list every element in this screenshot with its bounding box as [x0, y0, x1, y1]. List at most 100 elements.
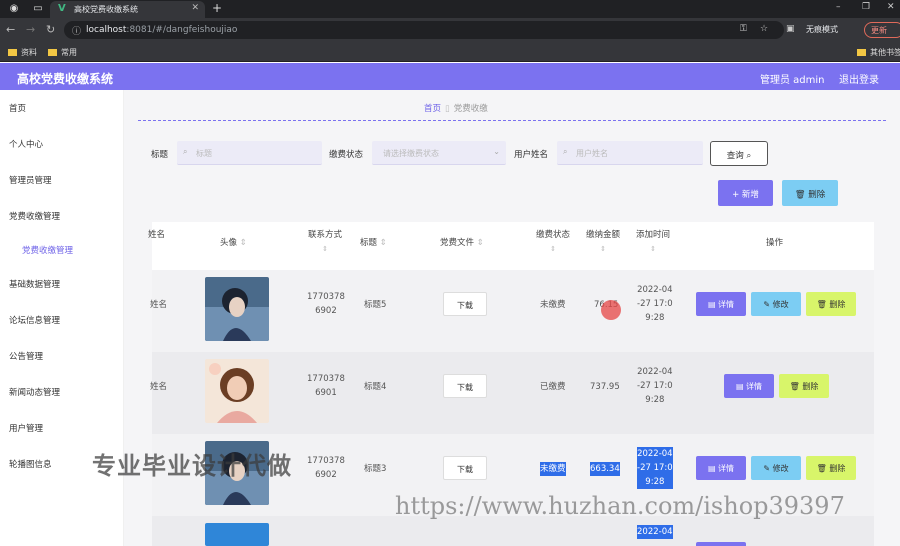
sidebar-item-profile[interactable]: 个人中心 [9, 138, 43, 150]
watermark-url: https://www.huzhan.com/ishop39397 [395, 492, 845, 520]
update-button[interactable]: 更新 [864, 22, 900, 38]
breadcrumb-separator-icon: ▯ [445, 104, 450, 114]
cell-name: 姓名 [150, 382, 168, 392]
edit-button[interactable]: ✎ 修改 [751, 456, 801, 480]
download-button[interactable]: 下载 [443, 292, 487, 316]
browser-tab-bar: ◉ ▭ V 高校党费收缴系统 ✕ + – ❐ ✕ [0, 0, 900, 18]
trash-icon: 🗑 [816, 464, 827, 473]
sidebar-item-notice[interactable]: 公告管理 [9, 350, 43, 362]
bookmark-folder[interactable]: 其他书签 [857, 47, 900, 58]
sort-icon[interactable]: ⇕ [636, 242, 670, 256]
sidepanel-icon[interactable]: ▣ [786, 24, 795, 34]
browser-tab[interactable]: V 高校党费收缴系统 ✕ [50, 1, 205, 18]
avatar [205, 277, 269, 341]
table-row: 姓名 17703786902 标题5 下载 未缴费 76.15 2022-04-… [150, 270, 874, 352]
delete-button[interactable]: 🗑 删除 [806, 292, 856, 316]
bookmark-folder[interactable]: 常用 [48, 47, 77, 58]
delete-button[interactable]: 🗑 删除 [806, 456, 856, 480]
close-window-icon[interactable]: ✕ [887, 2, 895, 12]
sidebar-item-admin[interactable]: 管理员管理 [9, 174, 52, 186]
sort-icon[interactable]: ⇕ [536, 242, 570, 256]
sort-icon[interactable]: ⇕ [586, 242, 620, 256]
cell-phone: 1770378 6901 [307, 374, 345, 398]
breadcrumb-home[interactable]: 首页 [424, 104, 441, 114]
user-search-input[interactable]: ⌕ 用户姓名 [557, 141, 703, 165]
bookmark-star-icon[interactable]: ☆ [760, 24, 768, 34]
add-button[interactable]: + 新增 [718, 180, 773, 206]
cell-title: 标题5 [364, 300, 387, 310]
header-name[interactable]: 姓名 [148, 228, 165, 242]
folder-icon [48, 49, 57, 56]
bulk-delete-button[interactable]: 🗑 删除 [782, 180, 838, 206]
forward-icon[interactable]: → [26, 23, 35, 36]
table-row: 姓名 1770378 6901 标题4 下载 已缴费 737.95 2022-04… [150, 352, 874, 434]
bookmark-folder[interactable]: 资料 [8, 47, 37, 58]
sidebar-item-home[interactable]: 首页 [9, 102, 26, 114]
browser-toolbar: ← → ↻ ⓘ localhost:8081/#/dangfeishoujiao… [0, 18, 900, 42]
address-bar[interactable]: ⓘ localhost:8081/#/dangfeishoujiao [64, 21, 784, 39]
header-amount[interactable]: 缴纳金额 ⇕ [586, 228, 620, 256]
search-icon: ⌕ [563, 147, 568, 156]
site-info-icon[interactable]: ⓘ [72, 24, 81, 37]
new-tab-icon[interactable]: + [212, 1, 222, 15]
header-status[interactable]: 缴费状态 ⇕ [536, 228, 570, 256]
detail-button[interactable]: ▤ 详情 [696, 292, 746, 316]
cell-status: 已缴费 [540, 382, 566, 392]
status-filter-label: 缴费状态 [329, 150, 364, 160]
trash-icon: 🗑 [816, 300, 827, 309]
cell-amount: 663.34 [590, 462, 620, 476]
avatar [205, 359, 269, 423]
sidebar-item-forum[interactable]: 论坛信息管理 [9, 314, 60, 326]
download-button[interactable]: 下载 [443, 374, 487, 398]
sidebar-subitem-fee-manage[interactable]: 党费收缴管理 [22, 244, 73, 256]
cell-title: 标题4 [364, 382, 387, 392]
sidebar-item-news[interactable]: 新闻动态管理 [9, 386, 60, 398]
detail-button[interactable]: ▤ 详情 [696, 456, 746, 480]
sidebar-item-carousel[interactable]: 轮播图信息 [9, 458, 52, 470]
tab-strip-icon[interactable]: ▭ [32, 3, 44, 15]
status-placeholder: 请选择缴费状态 [383, 149, 439, 158]
header-time[interactable]: 添加时间 ⇕ [636, 228, 670, 256]
detail-icon: ▤ [707, 300, 716, 309]
download-button[interactable]: 下载 [443, 456, 487, 480]
delete-button[interactable]: 🗑 删除 [779, 374, 829, 398]
trash-icon: 🗑 [789, 382, 800, 391]
edit-icon: ✎ [763, 464, 771, 473]
header-title[interactable]: 标题 ⇕ [360, 236, 387, 250]
detail-button[interactable]: ▤ 详情 [724, 374, 774, 398]
detail-button[interactable] [696, 542, 746, 546]
cursor-highlight [601, 300, 621, 320]
query-button[interactable]: 查询 ⌕ [710, 141, 768, 166]
cell-amount: 737.95 [590, 382, 620, 392]
breadcrumb-current: 党费收缴 [453, 104, 488, 114]
header-avatar[interactable]: 头像 ⇕ [220, 236, 247, 250]
back-icon[interactable]: ← [6, 23, 15, 36]
header-file[interactable]: 党费文件 ⇕ [440, 236, 484, 250]
cell-time: 2022-04 -27 17:0 9:28 [637, 367, 673, 405]
incognito-label[interactable]: 无痕模式 [806, 24, 838, 35]
title-search-input[interactable]: ⌕ 标题 [177, 141, 322, 165]
edit-button[interactable]: ✎ 修改 [751, 292, 801, 316]
header-phone[interactable]: 联系方式 ⇕ [308, 228, 342, 256]
restore-icon[interactable]: ❐ [862, 2, 870, 12]
header-actions: 操作 [766, 238, 784, 248]
breadcrumb: 首页 ▯ 党费收缴 [424, 102, 488, 114]
sidebar-item-fee[interactable]: 党费收缴管理 [9, 210, 60, 222]
cell-title: 标题3 [364, 464, 387, 474]
sidebar-item-users[interactable]: 用户管理 [9, 422, 43, 434]
close-tab-icon[interactable]: ✕ [191, 3, 199, 13]
cell-phone: 1770378 6902 [307, 456, 345, 480]
vue-favicon-icon: V [58, 3, 66, 14]
minimize-icon[interactable]: – [836, 2, 841, 12]
status-select[interactable]: 请选择缴费状态 ⌄ [372, 141, 506, 165]
sidebar-item-basic-data[interactable]: 基础数据管理 [9, 278, 60, 290]
user-placeholder: 用户姓名 [576, 149, 608, 158]
browser-menu-icon[interactable]: ◉ [8, 3, 20, 15]
detail-icon: ▤ [735, 382, 744, 391]
logout-link[interactable]: 退出登录 [839, 71, 879, 86]
sort-icon[interactable]: ⇕ [308, 242, 342, 256]
search-icon: ⌕ [183, 147, 188, 156]
reload-icon[interactable]: ↻ [46, 23, 55, 36]
title-filter-label: 标题 [151, 150, 169, 160]
key-icon[interactable]: ⚿ [740, 24, 747, 34]
